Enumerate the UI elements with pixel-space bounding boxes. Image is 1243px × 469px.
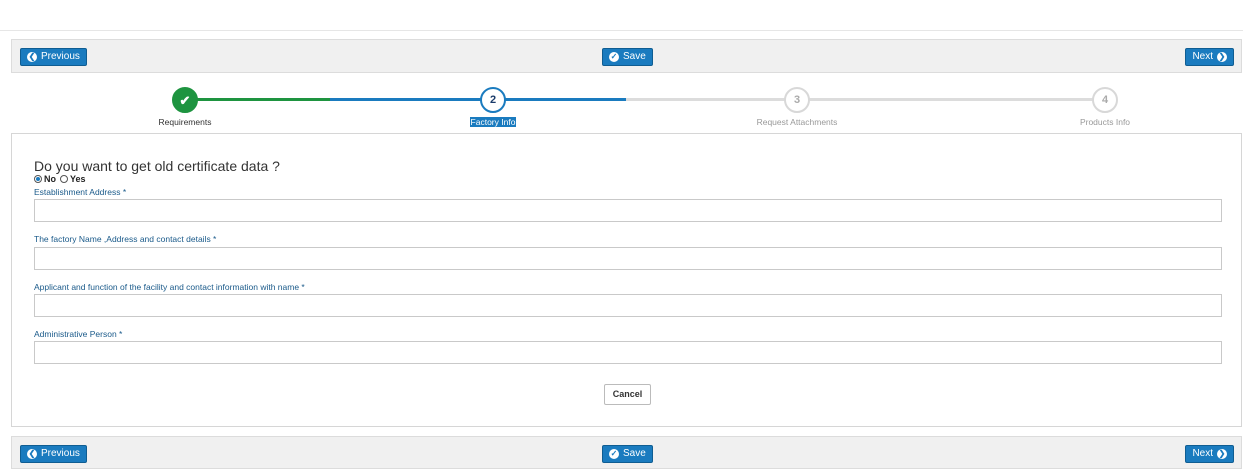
establishment-address-label: Establishment Address * [34, 187, 127, 197]
progress-line-current [330, 98, 626, 101]
step-3-number: 3 [793, 94, 801, 106]
administrative-person-label: Administrative Person * [34, 329, 123, 339]
save-button-label: Save [623, 51, 646, 62]
arrow-right-icon: ❯ [1217, 449, 1227, 459]
factory-info-form: Do you want to get old certificate data … [11, 133, 1242, 427]
step-4-label: Products Info [1079, 117, 1131, 127]
next-button-label: Next [1192, 51, 1213, 62]
arrow-left-icon: ❮ [27, 52, 37, 62]
step-4-number: 4 [1101, 94, 1109, 106]
previous-button[interactable]: ❮ Previous [20, 48, 87, 66]
radio-yes-label: Yes [70, 174, 86, 184]
check-circle-icon: ✓ [609, 449, 619, 459]
previous-button-bottom[interactable]: ❮ Previous [20, 445, 87, 463]
previous-button-label: Previous [41, 448, 80, 459]
step-3-circle[interactable]: 3 [784, 87, 810, 113]
factory-details-input[interactable] [34, 247, 1222, 270]
establishment-address-input[interactable] [34, 199, 1222, 222]
save-button-label: Save [623, 448, 646, 459]
check-circle-icon: ✓ [609, 52, 619, 62]
save-button-bottom[interactable]: ✓ Save [602, 445, 653, 463]
next-button-bottom[interactable]: Next ❯ [1185, 445, 1234, 463]
next-button[interactable]: Next ❯ [1185, 48, 1234, 66]
step-2-circle[interactable]: 2 [480, 87, 506, 113]
applicant-info-input[interactable] [34, 294, 1222, 317]
radio-no-label: No [44, 174, 56, 184]
radio-no[interactable] [34, 175, 42, 183]
step-1-circle[interactable]: ✔ [172, 87, 198, 113]
old-certificate-radio-group: No Yes [34, 174, 86, 184]
check-icon: ✔ [179, 93, 191, 108]
previous-button-label: Previous [41, 51, 80, 62]
radio-yes[interactable] [60, 175, 68, 183]
step-1-label: Requirements [158, 117, 212, 127]
arrow-left-icon: ❮ [27, 449, 37, 459]
administrative-person-input[interactable] [34, 341, 1222, 364]
arrow-right-icon: ❯ [1217, 52, 1227, 62]
wizard-stepper: ✔ 2 3 4 Requirements Factory Info Reques… [0, 84, 1243, 130]
step-2-number: 2 [489, 94, 497, 106]
top-header-area [0, 0, 1243, 31]
progress-line-pending [626, 98, 1104, 101]
progress-line-complete [185, 98, 330, 101]
old-certificate-question: Do you want to get old certificate data … [34, 158, 280, 174]
step-3-label: Request Attachments [756, 117, 838, 127]
step-2-label-text: Factory Info [469, 117, 517, 127]
cancel-button[interactable]: Cancel [604, 384, 651, 405]
bottom-action-bar: ❮ Previous ✓ Save Next ❯ [11, 436, 1242, 469]
step-4-circle[interactable]: 4 [1092, 87, 1118, 113]
top-action-bar: ❮ Previous ✓ Save Next ❯ [11, 39, 1242, 73]
factory-details-label: The factory Name ,Address and contact de… [34, 234, 217, 244]
next-button-label: Next [1192, 448, 1213, 459]
save-button[interactable]: ✓ Save [602, 48, 653, 66]
applicant-info-label: Applicant and function of the facility a… [34, 282, 305, 292]
step-2-label: Factory Info [423, 117, 563, 127]
